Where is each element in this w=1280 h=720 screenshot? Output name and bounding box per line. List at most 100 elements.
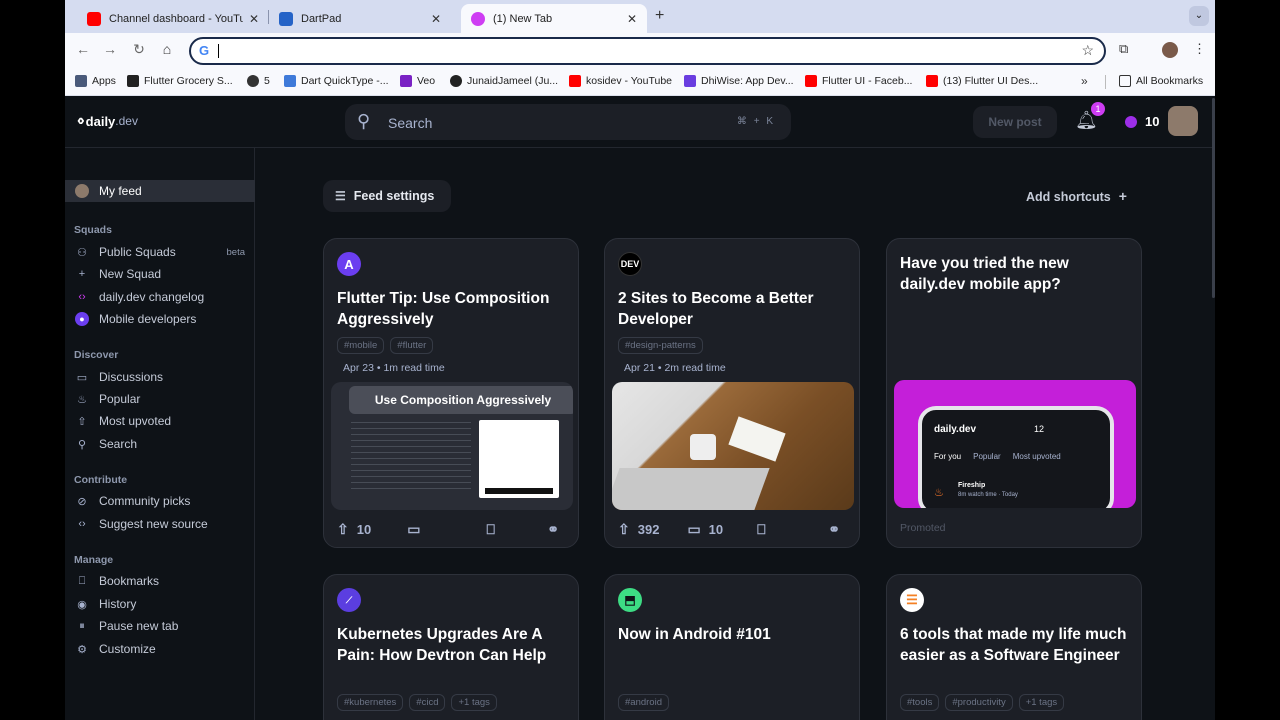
sidebar-item-customize[interactable]: ⚙ Customize	[65, 638, 255, 660]
sidebar-item-my-feed[interactable]: My feed	[65, 180, 255, 202]
all-bookmarks[interactable]: All Bookmarks	[1119, 75, 1203, 87]
back-arrow-icon[interactable]: ←	[73, 41, 93, 57]
upvote-icon: ⇧	[77, 415, 87, 428]
post-card[interactable]: A Flutter Tip: Use Composition Aggressiv…	[323, 238, 579, 548]
tag-chip[interactable]: #flutter	[390, 337, 434, 354]
tag-chip[interactable]: #kubernetes	[337, 694, 404, 711]
new-tab-plus-icon[interactable]: +	[655, 7, 664, 25]
source-avatar[interactable]: ⟋	[337, 588, 361, 612]
comment-button[interactable]: ▭	[407, 521, 428, 538]
tag-chip[interactable]: #android	[618, 694, 669, 711]
tag-chip[interactable]: +1 tags	[451, 694, 497, 711]
bookmark-item[interactable]: kosidev - YouTube	[569, 75, 672, 87]
tab-new-tab[interactable]: (1) New Tab ✕	[461, 4, 647, 33]
post-tags: #android	[618, 694, 669, 711]
feed-settings-button[interactable]: ☰ Feed settings	[323, 180, 451, 212]
sidebar-item-mobile-developers[interactable]: ● Mobile developers	[65, 308, 255, 330]
bookmark-item[interactable]: Flutter Grocery S...	[127, 75, 233, 87]
tag-chip[interactable]: #productivity	[945, 694, 1013, 711]
source-avatar[interactable]: DEV	[618, 252, 642, 276]
post-card[interactable]: ⟋ Kubernetes Upgrades Are A Pain: How De…	[323, 574, 579, 720]
bookmark-item[interactable]: Dart QuickType -...	[284, 75, 389, 87]
android-icon[interactable]: ⬒	[618, 588, 642, 612]
bookmark-item[interactable]: Apps	[75, 75, 116, 87]
home-icon[interactable]: ⌂	[157, 41, 177, 57]
bookmark-button[interactable]: ⎕	[486, 521, 502, 538]
close-tab-icon[interactable]: ✕	[249, 12, 259, 26]
sidebar-item-most-upvoted[interactable]: ⇧ Most upvoted	[65, 410, 255, 432]
sidebar-item-pause-new-tab[interactable]: ⏸︎ Pause new tab	[65, 615, 255, 637]
kebab-menu-icon[interactable]: ⋮	[1193, 41, 1206, 57]
reputation-value: 10	[1145, 114, 1160, 129]
reload-icon[interactable]: ↻	[129, 41, 149, 58]
post-card[interactable]: DEV 2 Sites to Become a Better Developer…	[604, 238, 860, 548]
bookmark-item[interactable]: Veo	[400, 75, 435, 87]
chat-bubble-icon: ▭	[76, 371, 88, 384]
sidebar-item-label: Popular	[99, 392, 141, 406]
post-card[interactable]: ☰ 6 tools that made my life much easier …	[886, 574, 1142, 720]
sidebar-item-label: Pause new tab	[99, 619, 179, 633]
close-tab-icon[interactable]: ✕	[627, 12, 637, 26]
bookmark-button[interactable]: ⎕	[757, 521, 773, 538]
bookmark-item[interactable]: 5	[247, 75, 270, 87]
tab-search-chevron-icon[interactable]: ⌄	[1189, 6, 1209, 26]
address-bar[interactable]: G ☆	[189, 37, 1106, 65]
source-avatar[interactable]: ☰	[900, 588, 924, 612]
bookmark-favicon-icon	[284, 75, 296, 87]
sidebar-item-bookmarks[interactable]: ⎕ Bookmarks	[65, 570, 255, 592]
profile-avatar[interactable]	[1162, 42, 1178, 58]
tag-chip[interactable]: #design-patterns	[618, 337, 703, 354]
forward-arrow-icon[interactable]: →	[100, 41, 120, 57]
sidebar-item-discussions[interactable]: ▭ Discussions	[65, 366, 255, 388]
tag-chip[interactable]: #mobile	[337, 337, 385, 354]
tab-youtube[interactable]: Channel dashboard - YouTube ✕	[77, 4, 269, 33]
mock-tab: For you	[934, 452, 962, 461]
sidebar-item-popular[interactable]: ♨ Popular	[65, 388, 255, 410]
post-card[interactable]: ⬒ Now in Android #101 #android	[604, 574, 860, 720]
phone-button-bar	[485, 488, 553, 494]
upvote-icon: ⇧	[337, 521, 349, 537]
copy-link-button[interactable]: ⚭	[547, 521, 567, 538]
search-input[interactable]: ⚲ Search ⌘ + K	[345, 104, 791, 140]
tag-chip[interactable]: #tools	[900, 694, 940, 711]
new-post-button[interactable]: New post	[973, 106, 1057, 138]
bookmarks-overflow-icon[interactable]: »	[1081, 74, 1088, 88]
youtube-icon	[926, 75, 938, 87]
sidebar-item-history[interactable]: ◉ History	[65, 593, 255, 615]
copy-link-button[interactable]: ⚭	[828, 521, 848, 538]
sidebar-item-new-squad[interactable]: + New Squad	[65, 263, 255, 285]
add-shortcuts-button[interactable]: Add shortcuts +	[1026, 188, 1127, 204]
search-icon: ⚲	[357, 111, 371, 131]
tag-chip[interactable]: +1 tags	[1018, 694, 1065, 711]
extensions-puzzle-icon[interactable]: ⧉	[1119, 41, 1128, 57]
tab-title: DartPad	[301, 12, 342, 25]
upvote-button[interactable]: ⇧ 392	[618, 521, 659, 538]
user-avatar[interactable]	[1168, 106, 1198, 136]
bookmark-item[interactable]: Flutter UI - Faceb...	[805, 75, 912, 87]
sidebar-item-changelog[interactable]: ‹› daily.dev changelog	[65, 286, 255, 308]
plus-icon: +	[78, 268, 86, 280]
bookmark-item[interactable]: (13) Flutter UI Des...	[926, 75, 1038, 87]
upvote-count: 10	[356, 522, 372, 537]
reputation-counter[interactable]: 10	[1125, 114, 1159, 129]
daily-dev-logo[interactable]: ‹› daily .dev	[77, 112, 138, 130]
sidebar-item-suggest-source[interactable]: ‹› Suggest new source	[65, 513, 255, 535]
bookmark-item[interactable]: JunaidJameel (Ju...	[450, 75, 558, 87]
source-avatar[interactable]: A	[337, 252, 361, 276]
bookmark-item[interactable]: DhiWise: App Dev...	[684, 75, 794, 87]
sidebar-item-community-picks[interactable]: ⊘ Community picks	[65, 490, 255, 512]
post-tags: #design-patterns	[618, 337, 703, 354]
post-title: Now in Android #101	[618, 626, 771, 643]
sidebar-item-search[interactable]: ⚲ Search	[65, 433, 255, 455]
tab-dartpad[interactable]: DartPad ✕	[269, 4, 451, 33]
tag-chip[interactable]: #cicd	[409, 694, 446, 711]
close-tab-icon[interactable]: ✕	[431, 12, 441, 26]
tab-title: Channel dashboard - YouTube	[109, 12, 243, 25]
daily-dev-icon: ‹›	[78, 291, 86, 303]
bookmark-star-icon[interactable]: ☆	[1081, 42, 1094, 59]
page-scrollbar[interactable]	[1212, 98, 1215, 298]
sidebar-item-public-squads[interactable]: ⚇ Public Squads beta	[65, 241, 255, 263]
promoted-card[interactable]: Have you tried the new daily.dev mobile …	[886, 238, 1142, 548]
comment-button[interactable]: ▭ 10	[687, 521, 723, 538]
upvote-button[interactable]: ⇧ 10	[337, 521, 371, 538]
